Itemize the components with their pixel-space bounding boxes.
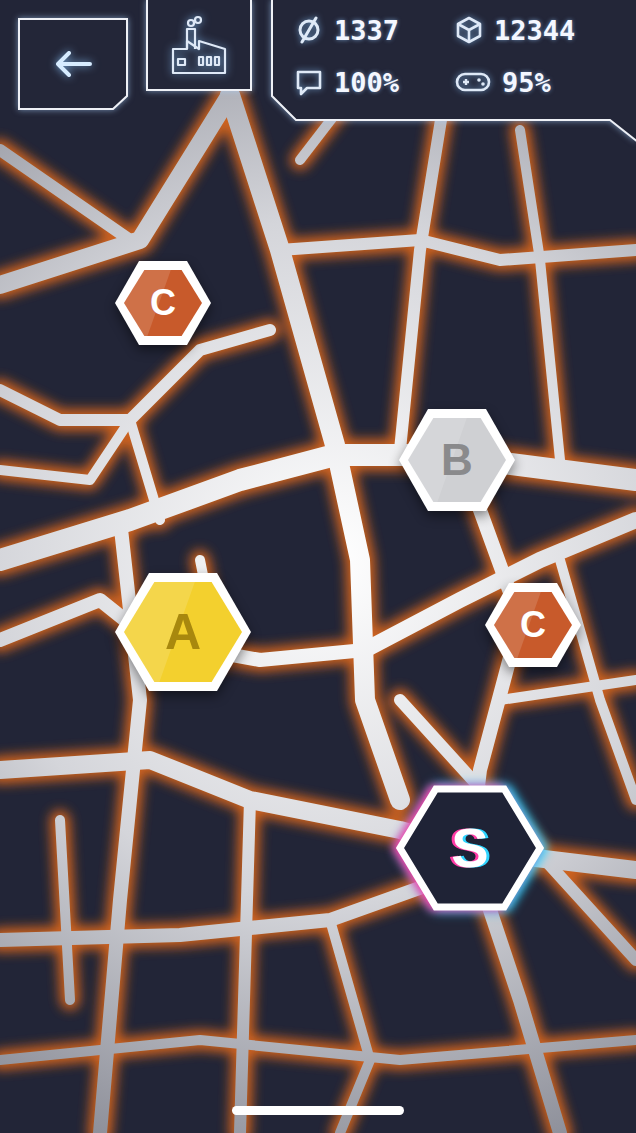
marker-label: B — [441, 438, 473, 482]
marker-label: A — [165, 607, 201, 657]
map-marker[interactable]: S — [392, 781, 548, 915]
factory-button[interactable] — [146, 0, 252, 92]
panel-frame — [270, 0, 636, 142]
stat-item: 1337 — [294, 12, 454, 48]
stat-value: 12344 — [494, 15, 575, 46]
cube-icon — [454, 15, 484, 45]
stat-item: 100% — [294, 64, 454, 100]
street — [280, 240, 636, 260]
street — [500, 680, 636, 700]
street — [0, 600, 365, 660]
stat-value: 95% — [502, 67, 551, 98]
stat-value: 100% — [334, 67, 399, 98]
factory-icon — [169, 15, 229, 77]
game-screen: C B A C S 1337 12344 100% 95% — [0, 0, 636, 1133]
city-map[interactable] — [0, 0, 636, 1133]
gamepad-icon — [454, 67, 492, 97]
stats-panel: 1337 12344 100% 95% — [270, 0, 636, 142]
map-marker[interactable]: C — [115, 261, 211, 345]
street — [240, 800, 250, 1133]
street — [330, 920, 370, 1133]
street — [400, 700, 636, 960]
back-arrow-icon — [53, 49, 93, 79]
street — [0, 420, 130, 480]
top-bar: 1337 12344 100% 95% — [0, 0, 636, 142]
stat-item: 95% — [454, 64, 624, 100]
street — [0, 95, 230, 285]
stat-item: 12344 — [454, 12, 624, 48]
marker-label: C — [150, 285, 176, 321]
marker-label: S — [451, 820, 488, 876]
chat-icon — [294, 67, 324, 97]
stat-value: 1337 — [334, 15, 399, 46]
street — [0, 1040, 636, 1060]
map-marker[interactable]: B — [399, 409, 515, 511]
street — [520, 130, 560, 460]
street — [60, 820, 70, 1000]
marker-label: C — [520, 607, 546, 643]
map-marker[interactable]: A — [115, 573, 251, 691]
street — [130, 420, 160, 520]
map-marker[interactable]: C — [485, 583, 581, 667]
street — [0, 150, 130, 240]
street — [400, 95, 445, 450]
currency-icon — [294, 15, 324, 45]
street — [0, 330, 270, 420]
home-indicator[interactable] — [232, 1106, 404, 1115]
back-button[interactable] — [18, 18, 128, 110]
streets — [0, 95, 636, 1133]
